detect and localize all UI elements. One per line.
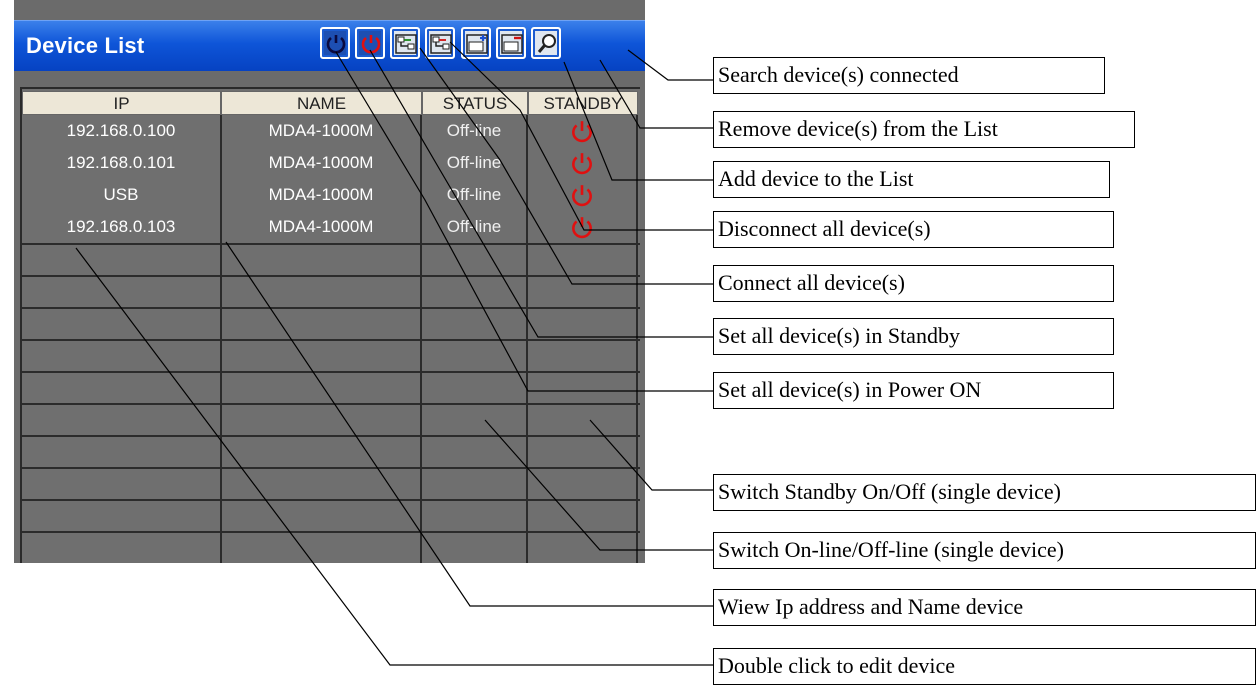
callout-standby-all: Set all device(s) in Standby: [713, 318, 1114, 355]
callout-connect: Connect all device(s): [713, 265, 1114, 302]
callout-remove: Remove device(s) from the List: [713, 111, 1135, 148]
callout-view-ip: Wiew Ip address and Name device: [713, 589, 1256, 626]
callout-disconnect: Disconnect all device(s): [713, 211, 1114, 248]
callout-switch-standby: Switch Standby On/Off (single device): [713, 474, 1256, 511]
callout-add: Add device to the List: [713, 161, 1110, 198]
callout-switch-online: Switch On-line/Off-line (single device): [713, 532, 1256, 569]
callout-edit-device: Double click to edit device: [713, 648, 1256, 685]
callout-power-on-all: Set all device(s) in Power ON: [713, 372, 1114, 409]
callout-search: Search device(s) connected: [713, 57, 1105, 94]
